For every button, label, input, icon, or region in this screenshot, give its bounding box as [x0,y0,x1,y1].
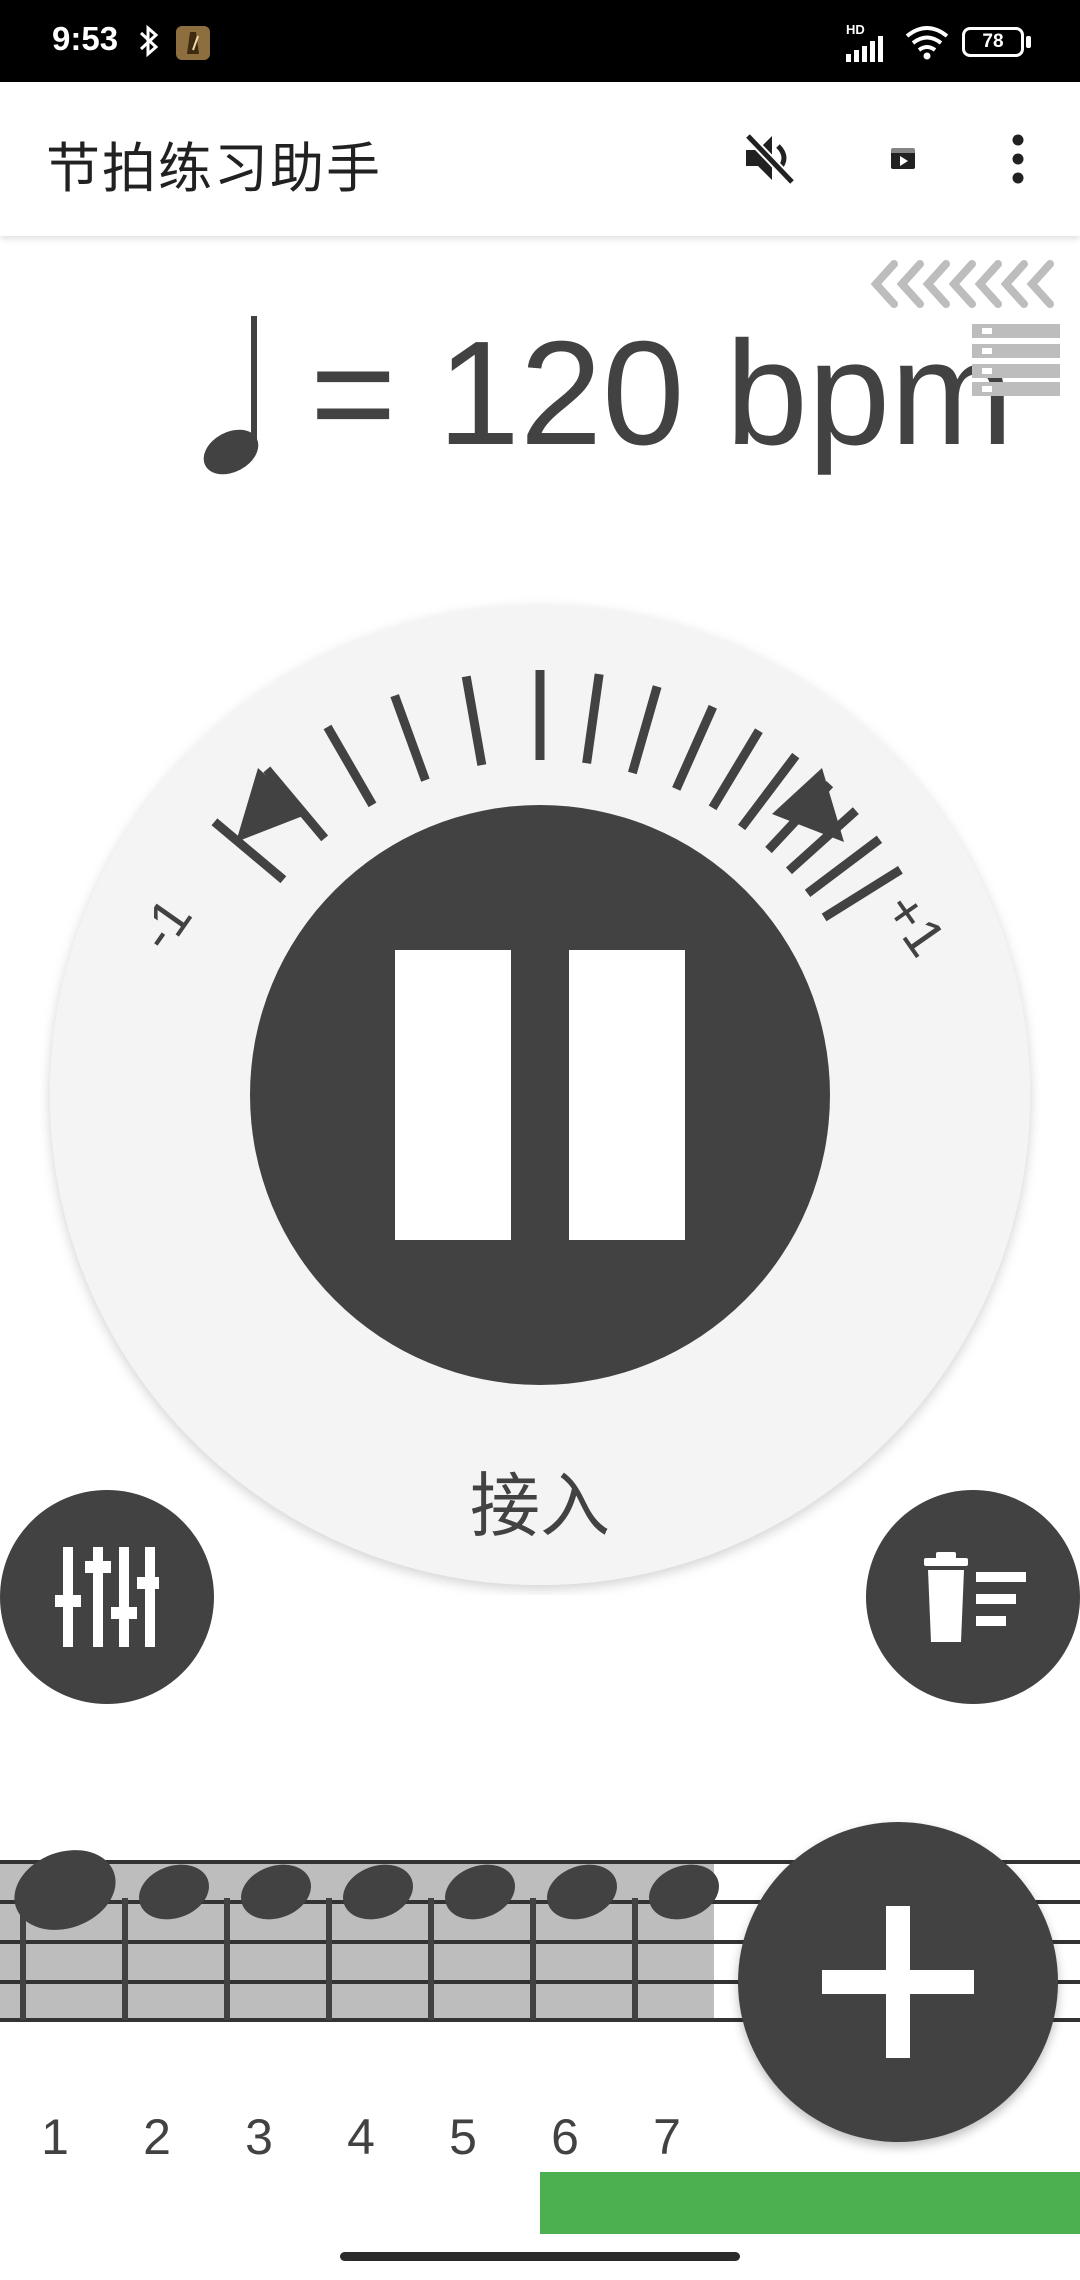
beat-note-stem [530,1898,536,2020]
home-indicator[interactable] [340,2252,740,2261]
mixer-button[interactable] [0,1490,214,1704]
beat-number: 3 [245,2109,273,2165]
plus-icon [822,1906,974,2058]
beat-note-stem [326,1898,332,2020]
beat-number: 5 [449,2109,477,2165]
metronome-app-icon [176,26,210,60]
video-icon[interactable] [889,144,917,172]
battery-level: 78 [982,31,1004,52]
delete-list-icon [924,1552,1026,1642]
more-vert-icon[interactable] [1006,132,1030,188]
progress-bar [540,2172,1080,2234]
clear-list-button[interactable] [866,1490,1080,1704]
bluetooth-icon [139,24,159,58]
beat-number: 2 [143,2109,171,2165]
beat-number: 6 [551,2109,579,2165]
beat-note-stem [428,1898,434,2020]
beat-note-stem [20,1900,26,2020]
beat-number: 7 [653,2109,681,2165]
battery-tip [1026,36,1031,48]
wifi-icon [905,26,949,60]
tap-label[interactable]: 接入 [470,1465,610,1547]
list-icon[interactable] [972,324,1060,396]
app-bar: 节拍练习助手 [0,82,1080,236]
status-bar: 9:53 HD 78 [0,0,1080,82]
beat-number: 1 [41,2109,69,2165]
sliders-icon [55,1547,159,1647]
beat-note-stem [632,1898,638,2020]
chevrons-left-icon[interactable] [868,258,1058,310]
pause-button[interactable] [250,805,830,1385]
beat-number: 4 [347,2109,375,2165]
status-time: 9:53 [52,20,119,57]
signal-icon [846,36,883,62]
beat-note-stem [224,1898,230,2020]
add-beat-button[interactable] [738,1822,1058,2142]
battery-icon: 78 [962,27,1024,57]
pause-icon [395,950,685,1240]
beat-note-stem [122,1898,128,2020]
app-title: 节拍练习助手 [46,137,382,200]
volume-off-icon[interactable] [742,130,798,186]
quarter-note-icon [203,316,259,475]
network-type: HD [846,22,865,37]
tempo-readout[interactable]: = 120 bpm [310,320,1014,468]
